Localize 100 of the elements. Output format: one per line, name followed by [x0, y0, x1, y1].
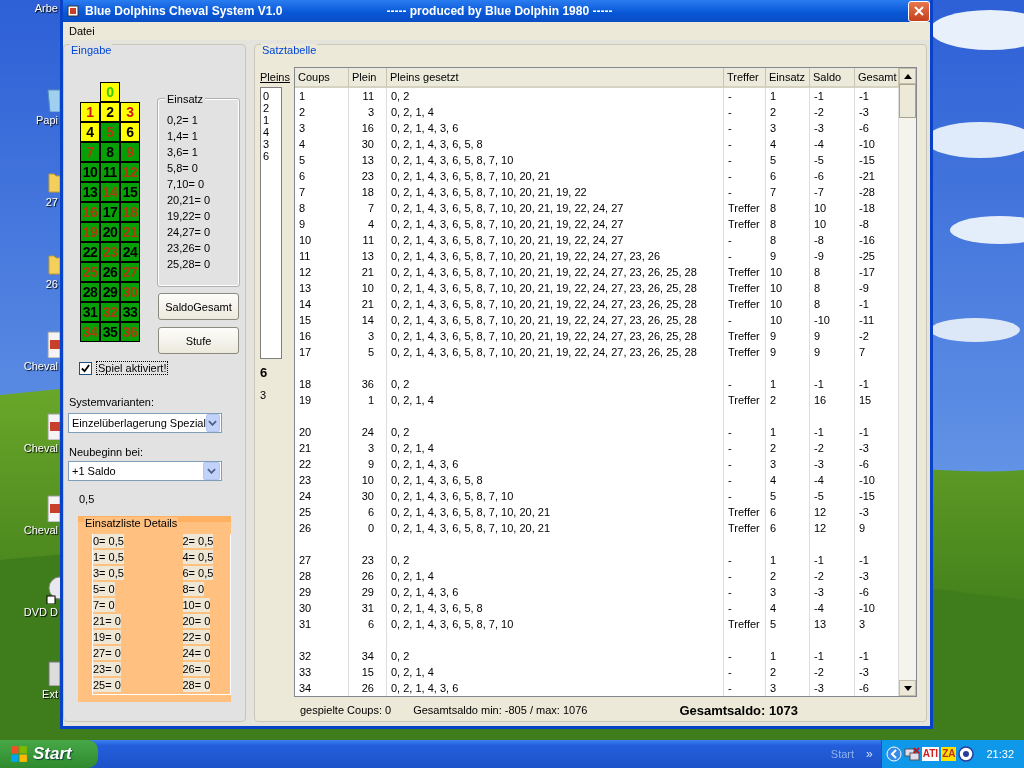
app-icon	[67, 5, 79, 17]
list-item[interactable]: 2	[263, 102, 281, 114]
table-cell: 0, 2	[387, 88, 724, 104]
table-cell: 10	[810, 200, 855, 216]
table-cell: 0, 2, 1, 4, 3, 6, 5, 8, 7, 10, 20, 21, 19, 22	[387, 184, 724, 200]
desktop-icon-label[interactable]: Arbe	[34, 2, 60, 14]
table-cell: 4	[349, 216, 387, 232]
detail-value: 0= 0,5	[93, 534, 124, 548]
table-cell: Treffer	[724, 344, 766, 360]
app-icon[interactable]	[46, 494, 60, 522]
column-header[interactable]: Einsatz	[766, 68, 810, 88]
list-item[interactable]: 1	[263, 114, 281, 126]
number-cell[interactable]: 28	[80, 282, 100, 302]
checkbox-label[interactable]: Spiel aktiviert!	[96, 361, 169, 375]
number-cell[interactable]: 31	[80, 302, 100, 322]
column-header[interactable]: Saldo	[810, 68, 855, 88]
number-cell[interactable]: 10	[80, 162, 100, 182]
scrollbar[interactable]	[899, 68, 916, 696]
action-button[interactable]: Stufe	[158, 327, 239, 354]
close-button[interactable]	[908, 0, 930, 22]
scroll-thumb[interactable]	[899, 84, 916, 118]
column-header[interactable]: Plein	[349, 68, 387, 88]
scroll-down-button[interactable]	[899, 680, 916, 696]
detail-value: 25= 0	[93, 678, 121, 692]
app-icon[interactable]	[46, 330, 60, 358]
number-cell[interactable]: 1	[80, 102, 100, 122]
window-title: Blue Dolphins Cheval System V1.0	[85, 4, 283, 18]
list-item[interactable]: 0	[263, 90, 281, 102]
number-cell[interactable]: 22	[80, 242, 100, 262]
table-cell: -	[724, 648, 766, 664]
detail-value: 24= 0	[182, 646, 211, 660]
number-cell[interactable]: 2	[100, 102, 120, 122]
table-cell: 1	[295, 88, 349, 104]
number-cell[interactable]: 33	[120, 302, 140, 322]
table-cell: 0, 2, 1, 4	[387, 392, 724, 408]
desktop-icon-label[interactable]: Cheval	[23, 442, 60, 454]
start-button[interactable]: Start	[0, 740, 98, 768]
table-cell: -4	[810, 472, 855, 488]
number-cell[interactable]: 15	[120, 182, 140, 202]
table-cell: 1	[766, 552, 810, 568]
disk-icon[interactable]	[958, 746, 975, 762]
app-icon[interactable]	[46, 412, 60, 440]
table-cell: 23	[295, 472, 349, 488]
table-cell: 14	[295, 296, 349, 312]
detail-value: 8= 0	[182, 582, 205, 596]
pleins-list[interactable]: 0 2 1 4 3 6	[260, 87, 282, 359]
table-cell: -	[724, 600, 766, 616]
table-cell: 24	[349, 424, 387, 440]
number-cell[interactable]: 35	[100, 322, 120, 342]
table-cell: 20	[295, 424, 349, 440]
desktop-icon-label[interactable]: Cheval	[23, 360, 60, 372]
table-cell: 27	[295, 552, 349, 568]
table-cell: -	[724, 184, 766, 200]
desktop-icon-label[interactable]: Cheval	[23, 524, 60, 536]
table-cell: 34	[349, 648, 387, 664]
table-cell: 21	[295, 440, 349, 456]
table-cell: 0, 2, 1, 4, 3, 6, 5, 8, 7, 10, 20, 21	[387, 504, 724, 520]
einsatz-value: 5,8= 0	[167, 161, 199, 176]
column-header[interactable]: Pleins gesetzt	[387, 68, 724, 88]
table-cell: 1	[766, 88, 810, 104]
checkbox[interactable]	[79, 361, 92, 375]
desktop-icon-label[interactable]: 27	[45, 196, 60, 208]
dropdown[interactable]: +1 Saldo	[68, 461, 222, 481]
table-cell: 19	[295, 392, 349, 408]
scroll-up-button[interactable]	[899, 68, 916, 84]
action-button[interactable]: SaldoGesamt	[158, 293, 239, 320]
number-cell[interactable]: 20	[100, 222, 120, 242]
table-cell: 7	[766, 184, 810, 200]
number-cell[interactable]: 17	[100, 202, 120, 222]
desktop-icon-label[interactable]: Papi	[35, 114, 60, 126]
menu-item[interactable]: Datei	[63, 25, 101, 37]
number-cell[interactable]: 11	[100, 162, 120, 182]
desktop-icon-label[interactable]: 26	[45, 278, 60, 290]
table-cell: 7	[295, 184, 349, 200]
number-cell[interactable]: 24	[120, 242, 140, 262]
disc-icon[interactable]	[46, 576, 60, 604]
number-cell[interactable]: 4	[80, 122, 100, 142]
column-header[interactable]: Coups	[295, 68, 349, 88]
list-item[interactable]: 3	[263, 138, 281, 150]
number-cell[interactable]: 29	[100, 282, 120, 302]
tray-icon[interactable]: ZA	[941, 747, 957, 761]
number-cell[interactable]: 26	[100, 262, 120, 282]
dropdown[interactable]: Einzelüberlagerung Spezial	[68, 413, 222, 433]
expand-icon[interactable]	[885, 746, 902, 762]
einsatz-value: 25,28= 0	[167, 257, 212, 272]
table-cell: 10	[349, 280, 387, 296]
column-header[interactable]: Treffer	[724, 68, 766, 88]
list-item[interactable]: 6	[263, 150, 281, 162]
number-cell[interactable]: 8	[100, 142, 120, 162]
table-cell: Treffer	[724, 520, 766, 536]
table-cell: -1	[810, 376, 855, 392]
number-cell[interactable]: 13	[80, 182, 100, 202]
number-cell[interactable]: 6	[120, 122, 140, 142]
chevron-button[interactable]: »	[866, 747, 873, 761]
desktop-icon-label[interactable]: DVD D	[23, 606, 60, 618]
number-cell[interactable]: 3	[120, 102, 140, 122]
network-icon[interactable]	[903, 746, 920, 762]
tray-icon[interactable]: ATI	[921, 747, 940, 761]
list-item[interactable]: 4	[263, 126, 281, 138]
desktop-icon-label[interactable]: Ext	[42, 688, 60, 700]
